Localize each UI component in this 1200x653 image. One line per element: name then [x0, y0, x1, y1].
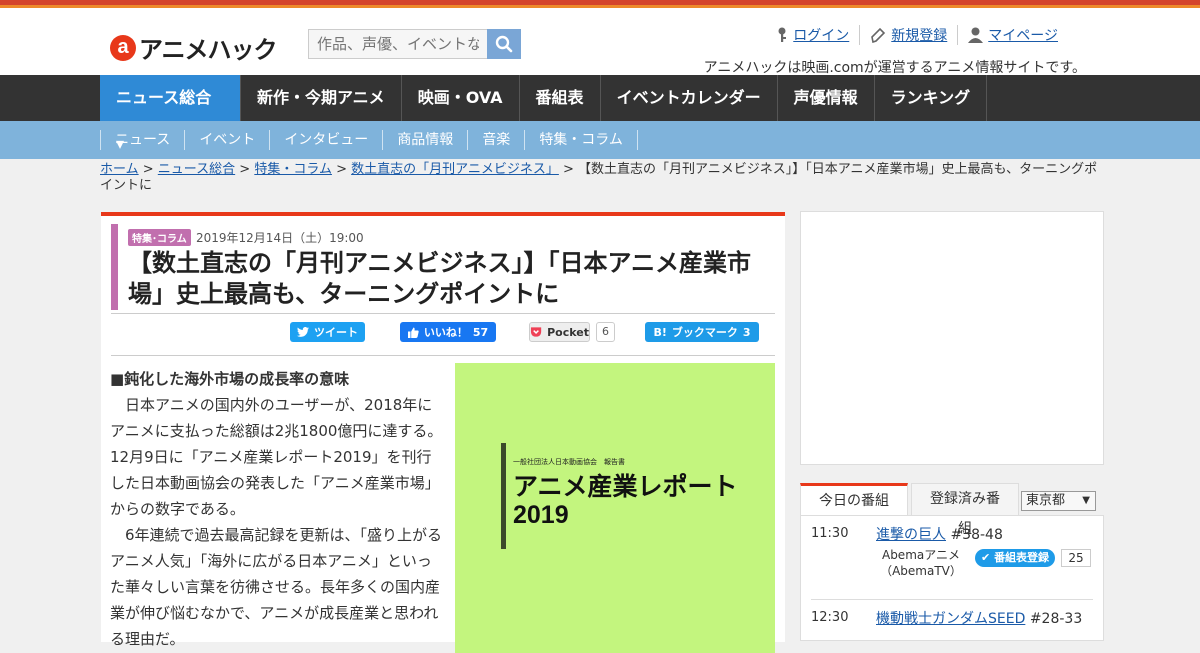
register-schedule-button[interactable]: ✔ 番組表登録: [975, 549, 1056, 567]
divider: [111, 313, 775, 314]
hatena-b-icon: B!: [653, 325, 667, 339]
cover-title: アニメ産業レポート 2019: [513, 473, 738, 529]
pocket-button[interactable]: Pocket: [529, 322, 590, 342]
prefecture-select[interactable]: 東京都 ▼: [1021, 491, 1096, 511]
header-links: ログイン 新規登録 マイページ: [766, 25, 1068, 45]
search-box: [308, 29, 521, 59]
login-label[interactable]: ログイン: [793, 25, 849, 45]
gnav-new-anime[interactable]: 新作・今期アニメ: [241, 75, 402, 121]
like-count: 57: [472, 325, 489, 339]
breadcrumb-series[interactable]: 数土直志の「月刊アニメビジネス」: [351, 162, 559, 177]
article: 特集･コラム 2019年12月14日（土）19:00 【数土直志の「月刊アニメビ…: [101, 212, 785, 653]
section-heading: ■鈍化した海外市場の成長率の意味: [110, 370, 350, 388]
signup-label[interactable]: 新規登録: [891, 25, 947, 45]
program-title[interactable]: 進撃の巨人: [876, 527, 946, 543]
search-input[interactable]: [308, 29, 487, 59]
pocket-icon: [530, 327, 542, 337]
pocket-label: Pocket: [547, 325, 589, 339]
cover-publisher: 一般社団法人日本動画協会 報告書: [513, 458, 625, 466]
site-logo[interactable]: a アニメハック: [110, 30, 278, 65]
subnav-event[interactable]: イベント: [184, 130, 269, 150]
prefecture-value: 東京都: [1026, 493, 1066, 508]
category-badge[interactable]: 特集･コラム: [128, 229, 191, 246]
program-episode: #38-48: [950, 527, 1003, 543]
site-header: a アニメハック ログイン 新規登録 マイページ アニメハックは映画.comが運…: [0, 8, 1200, 76]
user-icon: [968, 27, 984, 43]
subnav-interview[interactable]: インタビュー: [269, 130, 382, 150]
tv-program-row: 11:30 進撃の巨人 #38-48 Abemaアニメ（AbemaTV） ✔ 番…: [811, 516, 1093, 600]
program-info: 進撃の巨人 #38-48: [876, 524, 1003, 544]
search-button[interactable]: [487, 29, 521, 59]
ad-slot: [800, 211, 1104, 465]
article-date: 2019年12月14日（土）19:00: [196, 231, 364, 245]
tweet-label: ツイート: [314, 326, 358, 339]
cover-bar: [501, 443, 506, 549]
breadcrumb: ホーム > ニュース総合 > 特集・コラム > 数土直志の「月刊アニメビジネス」…: [100, 162, 1098, 193]
global-nav: ニュース総合 ▾ 新作・今期アニメ 映画・OVA 番組表 イベントカレンダー 声…: [0, 75, 1200, 153]
tab-registered[interactable]: 登録済み番組: [911, 483, 1019, 537]
article-body: ■鈍化した海外市場の成長率の意味 日本アニメの国内外のユーザーが、2018年にア…: [110, 366, 444, 652]
logo-text: アニメハック: [139, 36, 278, 64]
sub-nav: ニュース イベント インタビュー 商品情報 音楽 特集・コラム: [0, 121, 1200, 159]
program-time: 11:30: [811, 526, 849, 541]
gnav-ranking[interactable]: ランキング: [875, 75, 988, 121]
pocket-count: 6: [596, 322, 615, 342]
top-stripe: [0, 0, 1200, 8]
mypage-label[interactable]: マイページ: [988, 25, 1058, 45]
register-label: 番組表登録: [994, 551, 1050, 564]
logo-mark: a: [110, 34, 136, 61]
program-episode: #28-33: [1029, 611, 1083, 627]
program-title[interactable]: 機動戦士ガンダムSEED: [876, 611, 1025, 627]
subnav-products[interactable]: 商品情報: [382, 130, 467, 150]
login-link[interactable]: ログイン: [766, 25, 859, 45]
program-channel: Abemaアニメ（AbemaTV）: [880, 548, 962, 578]
hatena-count: 3: [742, 325, 751, 339]
mypage-link[interactable]: マイページ: [957, 25, 1068, 45]
share-bar: ツイート いいね！ 57 Pocket 6 B! ブックマーク 3: [101, 322, 785, 346]
gnav-tv-schedule[interactable]: 番組表: [520, 75, 601, 121]
report-cover-image[interactable]: 一般社団法人日本動画協会 報告書 アニメ産業レポート 2019: [455, 363, 775, 653]
cover-title-line1: アニメ産業レポート: [513, 473, 738, 501]
tv-tabs: 今日の番組 登録済み番組 東京都 ▼: [800, 481, 1104, 537]
signup-link[interactable]: 新規登録: [859, 25, 957, 45]
subnav-column[interactable]: 特集・コラム: [524, 130, 638, 150]
tv-program-list: 11:30 進撃の巨人 #38-48 Abemaアニメ（AbemaTV） ✔ 番…: [800, 515, 1104, 641]
paragraph: 日本アニメの国内外のユーザーが、2018年にアニメに支払った総額は2兆1800億…: [110, 396, 443, 518]
title-accent-bar: [111, 224, 118, 310]
facebook-like-button[interactable]: いいね！ 57: [400, 322, 496, 342]
like-label: いいね！: [423, 326, 468, 339]
tweet-button[interactable]: ツイート: [290, 322, 365, 342]
tv-schedule-widget: 今日の番組 登録済み番組 東京都 ▼ 11:30 進撃の巨人 #38-48 Ab…: [800, 481, 1104, 641]
gnav-news[interactable]: ニュース総合 ▾: [100, 75, 241, 153]
divider: [111, 355, 775, 356]
paragraph: 6年連続で過去最高記録を更新は、「盛り上がるアニメ人気」「海外に広がる日本アニメ…: [110, 526, 443, 648]
gnav-voice-actors[interactable]: 声優情報: [778, 75, 875, 121]
thumbs-up-icon: [407, 327, 419, 338]
register-count: 25: [1061, 549, 1091, 567]
program-time: 12:30: [811, 610, 849, 625]
tv-program-row: 12:30 機動戦士ガンダムSEED #28-33: [811, 600, 1093, 640]
dropdown-arrow-icon: ▼: [1082, 495, 1090, 506]
program-info: 機動戦士ガンダムSEED #28-33: [876, 608, 1082, 628]
subnav-news[interactable]: ニュース: [100, 130, 184, 150]
pen-icon: [871, 27, 886, 43]
breadcrumb-current: 【数土直志の「月刊アニメビジネス」】「日本アニメ産業市場」史上最高も、ターニング…: [100, 162, 1098, 193]
gnav-event-calendar[interactable]: イベントカレンダー: [601, 75, 778, 121]
hatena-bookmark-button[interactable]: B! ブックマーク 3: [645, 322, 759, 342]
breadcrumb-news[interactable]: ニュース総合: [158, 162, 235, 177]
hatena-label: ブックマーク: [671, 326, 738, 339]
search-icon: [495, 35, 513, 53]
tab-today[interactable]: 今日の番組: [800, 483, 908, 515]
cover-title-line2: 2019: [513, 501, 569, 529]
twitter-bird-icon: [297, 327, 309, 337]
breadcrumb-column[interactable]: 特集・コラム: [254, 162, 332, 177]
check-circle-icon: ✔: [981, 551, 991, 564]
breadcrumb-home[interactable]: ホーム: [100, 162, 139, 177]
gnav-movie-ova[interactable]: 映画・OVA: [402, 75, 520, 121]
article-title: 【数土直志の「月刊アニメビジネス」】「日本アニメ産業市場」史上最高も、ターニング…: [128, 249, 752, 308]
subnav-music[interactable]: 音楽: [467, 130, 524, 150]
site-tagline: アニメハックは映画.comが運営するアニメ情報サイトです。: [703, 60, 1086, 76]
key-icon: [778, 27, 787, 42]
